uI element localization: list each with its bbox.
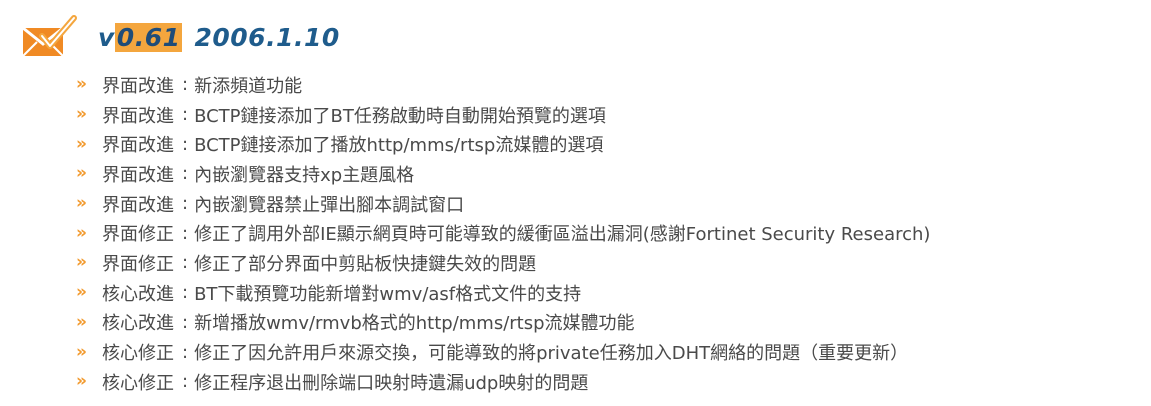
item-text: 新增播放wmv/rmvb格式的http/mms/rtsp流媒體功能 (194, 313, 635, 335)
double-chevron-icon: » (76, 341, 87, 362)
item-text: 內嵌瀏覽器支持xp主題風格 (194, 164, 415, 186)
double-chevron-icon: » (76, 282, 87, 303)
item-category: 界面改進 (102, 194, 174, 216)
list-item: » 核心修正 : 修正程序退出刪除端口映射時遺漏udp映射的問題 (76, 367, 930, 397)
item-text: 修正了調用外部IE顯示網頁時可能導致的緩衝區溢出漏洞(感謝Fortinet Se… (194, 224, 931, 246)
list-item: » 界面改進 : 內嵌瀏覽器禁止彈出腳本調試窗口 (76, 189, 930, 219)
item-text: 修正了部分界面中剪貼板快捷鍵失效的問題 (194, 253, 537, 275)
item-category: 核心修正 (102, 372, 174, 394)
release-date: 2006.1.10 (194, 22, 340, 52)
item-separator: : (182, 341, 189, 363)
item-category: 核心改進 (102, 313, 174, 335)
double-chevron-icon: » (76, 311, 87, 332)
list-item: » 界面改進 : BCTP鏈接添加了播放http/mms/rtsp流媒體的選項 (76, 129, 930, 159)
item-text: BCTP鏈接添加了BT任務啟動時自動開始預覽的選項 (194, 105, 606, 127)
double-chevron-icon: » (76, 74, 87, 95)
version-number: 0.61 (114, 22, 183, 52)
item-category: 核心改進 (102, 283, 174, 305)
item-separator: : (182, 222, 189, 244)
list-item: » 界面修正 : 修正了調用外部IE顯示網頁時可能導致的緩衝區溢出漏洞(感謝Fo… (76, 218, 930, 248)
double-chevron-icon: » (76, 163, 87, 184)
list-item: » 界面改進 : 內嵌瀏覽器支持xp主題風格 (76, 159, 930, 189)
list-item: » 核心修正 : 修正了因允許用戶來源交換，可能導致的將private任務加入D… (76, 337, 930, 367)
item-category: 界面改進 (102, 164, 174, 186)
item-category: 界面改進 (102, 135, 174, 157)
changelog-list: » 界面改進 : 新添頻道功能 » 界面改進 : BCTP鏈接添加了BT任務啟動… (76, 70, 930, 397)
double-chevron-icon: » (76, 371, 87, 392)
list-item: » 核心改進 : BT下載預覽功能新增對wmv/asf格式文件的支持 (76, 278, 930, 308)
item-category: 界面修正 (102, 253, 174, 275)
item-text: BT下載預覽功能新增對wmv/asf格式文件的支持 (194, 283, 582, 305)
version-prefix: v (98, 22, 115, 52)
item-separator: : (182, 163, 189, 185)
double-chevron-icon: » (76, 193, 87, 214)
item-category: 界面改進 (102, 75, 174, 97)
item-separator: : (182, 371, 189, 393)
item-text: 內嵌瀏覽器禁止彈出腳本調試窗口 (194, 194, 465, 216)
item-separator: : (182, 74, 189, 96)
double-chevron-icon: » (76, 222, 87, 243)
item-separator: : (182, 311, 189, 333)
list-item: » 界面改進 : BCTP鏈接添加了BT任務啟動時自動開始預覽的選項 (76, 100, 930, 130)
item-category: 界面改進 (102, 105, 174, 127)
release-header: v 0.61 2006.1.10 (20, 14, 340, 60)
list-item: » 界面修正 : 修正了部分界面中剪貼板快捷鍵失效的問題 (76, 248, 930, 278)
version-heading: v 0.61 2006.1.10 (98, 22, 340, 52)
envelope-check-icon (20, 14, 78, 60)
item-separator: : (182, 282, 189, 304)
item-category: 核心修正 (102, 343, 174, 365)
double-chevron-icon: » (76, 104, 87, 125)
list-item: » 界面改進 : 新添頻道功能 (76, 70, 930, 100)
double-chevron-icon: » (76, 252, 87, 273)
item-separator: : (182, 252, 189, 274)
item-separator: : (182, 104, 189, 126)
item-text: 新添頻道功能 (194, 75, 303, 97)
item-text: BCTP鏈接添加了播放http/mms/rtsp流媒體的選項 (194, 135, 604, 157)
item-text: 修正了因允許用戶來源交換，可能導致的將private任務加入DHT網絡的問題（重… (194, 343, 909, 365)
item-category: 界面修正 (102, 224, 174, 246)
double-chevron-icon: » (76, 133, 87, 154)
list-item: » 核心改進 : 新增播放wmv/rmvb格式的http/mms/rtsp流媒體… (76, 308, 930, 338)
item-separator: : (182, 193, 189, 215)
item-text: 修正程序退出刪除端口映射時遺漏udp映射的問題 (194, 372, 589, 394)
item-separator: : (182, 133, 189, 155)
